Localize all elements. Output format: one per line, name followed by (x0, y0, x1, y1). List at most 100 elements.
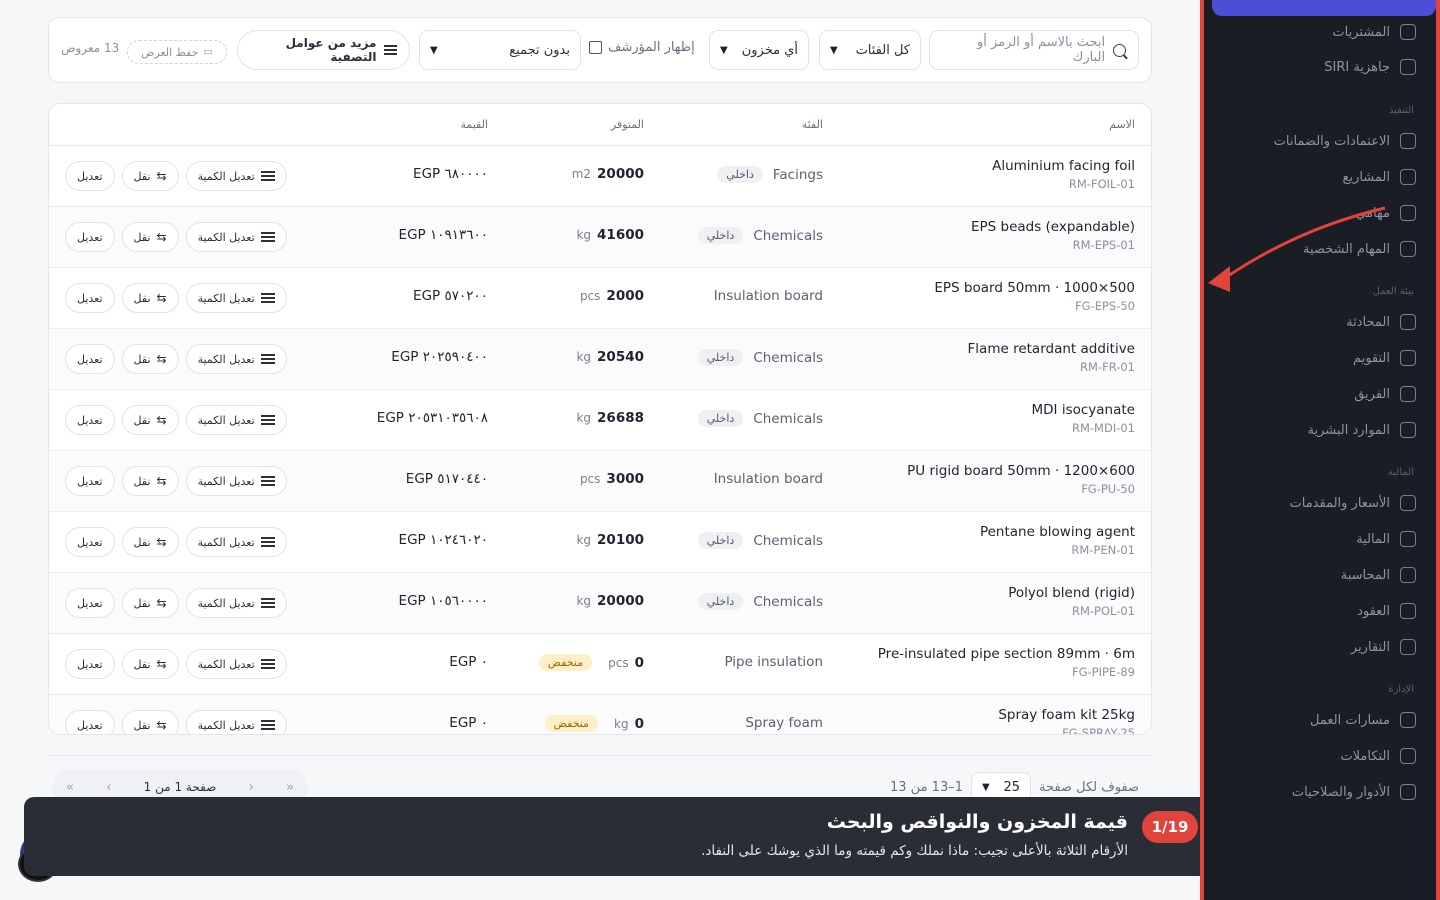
adjust-qty-button[interactable]: تعديل الكمية (185, 405, 287, 435)
table-row[interactable]: Polyol blend (rigid) RM-POL-01 Chemicals دا… (49, 573, 1151, 634)
stock-cell: 41600 kg (576, 227, 644, 243)
adjust-qty-button[interactable]: تعديل الكمية (185, 161, 287, 191)
item-name[interactable]: Aluminium facing foil (992, 158, 1135, 174)
more-filters-button[interactable]: مزيد من عوامل التصفية (237, 30, 410, 70)
adjust-qty-button[interactable]: تعديل الكمية (185, 527, 287, 557)
transfer-button[interactable]: ⇆ نقل (121, 649, 179, 679)
sidebar-item[interactable]: جاهزية SIRI (1324, 53, 1416, 81)
item-category: Pipe insulation (724, 654, 823, 670)
sidebar-item[interactable]: العقود (1357, 597, 1416, 625)
transfer-button[interactable]: ⇆ نقل (121, 588, 179, 618)
show-archived-toggle[interactable]: إظهار المؤرشف (589, 40, 695, 55)
category-select[interactable]: كل الفئات ▼ (819, 30, 921, 70)
next-page-icon[interactable]: › (249, 780, 254, 795)
table-row[interactable]: EPS board 50mm · 1000×500 FG-EPS-50 Insula… (49, 268, 1151, 329)
chat-icon (1400, 314, 1416, 330)
save-view-button[interactable]: ▭ حفظ العرض (127, 40, 227, 64)
sidebar-item[interactable]: التقويم (1353, 344, 1416, 372)
edit-button[interactable]: تعديل (65, 466, 115, 496)
edit-button[interactable]: تعديل (65, 710, 115, 734)
item-name[interactable]: Spray foam kit 25kg (998, 707, 1135, 723)
adjust-qty-button[interactable]: تعديل الكمية (185, 466, 287, 496)
transfer-button[interactable]: ⇆ نقل (121, 405, 179, 435)
adjust-qty-button[interactable]: تعديل الكمية (185, 222, 287, 252)
sidebar-item[interactable]: التقارير (1351, 633, 1416, 661)
table-row[interactable]: MDI isocyanate RM-MDI-01 Chemicals داخلي 266… (49, 390, 1151, 451)
transfer-button[interactable]: ⇆ نقل (121, 222, 179, 252)
edit-button[interactable]: تعديل (65, 344, 115, 374)
transfer-label: نقل (133, 352, 151, 366)
sidebar-item[interactable]: مسارات العمل (1310, 706, 1416, 734)
table-row[interactable]: Aluminium facing foil RM-FOIL-01 Facings دا… (49, 146, 1151, 207)
item-qty: 3000 (606, 471, 644, 487)
transfer-button[interactable]: ⇆ نقل (121, 283, 179, 313)
sidebar-item[interactable]: المالية (1356, 525, 1416, 553)
transfer-label: نقل (133, 230, 151, 244)
edit-button[interactable]: تعديل (65, 405, 115, 435)
edit-button[interactable]: تعديل (65, 527, 115, 557)
header-category[interactable]: الفئة (802, 118, 823, 131)
header-available[interactable]: المتوفر (611, 118, 644, 131)
item-name[interactable]: MDI isocyanate (1032, 402, 1135, 418)
warehouse-select[interactable]: أي مخزون ▼ (709, 30, 809, 70)
item-unit: kg (576, 533, 592, 547)
table-row[interactable]: Pre-insulated pipe section 89mm · 6m FG-P… (49, 634, 1151, 695)
edit-button[interactable]: تعديل (65, 588, 115, 618)
edit-button[interactable]: تعديل (65, 283, 115, 313)
sidebar-item[interactable]: التكاملات (1340, 742, 1416, 770)
transfer-button[interactable]: ⇆ نقل (121, 710, 179, 734)
adjust-label: تعديل الكمية (197, 657, 255, 671)
sidebar-active-item[interactable] (1212, 0, 1436, 16)
sidebar-item[interactable]: مهامي (1355, 199, 1416, 227)
prev-page-icon[interactable]: ‹ (106, 780, 111, 795)
show-archived-checkbox[interactable] (589, 41, 602, 54)
edit-button[interactable]: تعديل (65, 161, 115, 191)
item-name[interactable]: EPS beads (expandable) (971, 219, 1135, 235)
edit-label: تعديل (77, 352, 103, 366)
transfer-button[interactable]: ⇆ نقل (121, 161, 179, 191)
swap-icon: ⇆ (156, 413, 167, 427)
grouping-select[interactable]: بدون تجميع ▼ (419, 30, 581, 70)
sidebar-item[interactable]: المشاريع (1343, 163, 1416, 191)
sidebar-item[interactable]: الأسعار والمقدمات (1290, 489, 1416, 517)
sidebar-item[interactable]: الأدوار والصلاحيات (1292, 778, 1416, 806)
adjust-qty-button[interactable]: تعديل الكمية (185, 649, 287, 679)
item-name[interactable]: EPS board 50mm · 1000×500 (934, 280, 1135, 296)
adjust-qty-button[interactable]: تعديل الكمية (185, 283, 287, 313)
item-name[interactable]: PU rigid board 50mm · 1200×600 (907, 463, 1135, 479)
table-row[interactable]: Spray foam kit 25kg FG-SPRAY-25 Spray foam… (49, 695, 1151, 734)
sidebar-item[interactable]: المهام الشخصية (1303, 235, 1416, 263)
adjust-qty-button[interactable]: تعديل الكمية (185, 710, 287, 734)
table-row[interactable]: Flame retardant additive RM-FR-01 Chemical… (49, 329, 1151, 390)
item-name[interactable]: Pentane blowing agent (980, 524, 1135, 540)
adjust-qty-button[interactable]: تعديل الكمية (185, 344, 287, 374)
last-page-icon[interactable]: » (286, 780, 294, 795)
transfer-button[interactable]: ⇆ نقل (121, 466, 179, 496)
item-name[interactable]: Pre-insulated pipe section 89mm · 6m (878, 646, 1135, 662)
transfer-button[interactable]: ⇆ نقل (121, 527, 179, 557)
adjust-qty-button[interactable]: تعديل الكمية (185, 588, 287, 618)
header-name[interactable]: الاسم (1109, 118, 1135, 131)
search-input[interactable]: ابحث بالاسم أو الرمز أو البارك (929, 30, 1139, 70)
internal-badge: داخلي (697, 227, 744, 244)
first-page-icon[interactable]: « (66, 780, 74, 795)
row-actions: تعديل ⇆ نقل تعديل الكمية (65, 161, 287, 191)
table-row[interactable]: PU rigid board 50mm · 1200×600 FG-PU-50 In… (49, 451, 1151, 512)
transfer-button[interactable]: ⇆ نقل (121, 344, 179, 374)
sidebar-item[interactable]: المحاسبة (1341, 561, 1416, 589)
item-name[interactable]: Flame retardant additive (968, 341, 1135, 357)
row-actions: تعديل ⇆ نقل تعديل الكمية (65, 710, 287, 734)
table-row[interactable]: EPS beads (expandable) RM-EPS-01 Chemicals… (49, 207, 1151, 268)
sidebar-item[interactable]: المشتريات (1332, 18, 1416, 46)
sidebar-item[interactable]: الاعتمادات والضمانات (1274, 127, 1416, 155)
tag-icon (1400, 495, 1416, 511)
item-name[interactable]: Polyol blend (rigid) (1008, 585, 1135, 601)
header-value[interactable]: القيمة (460, 118, 488, 131)
sidebar-item[interactable]: المحادثة (1346, 308, 1416, 336)
table-row[interactable]: Pentane blowing agent RM-PEN-01 Chemicals د… (49, 512, 1151, 573)
item-category: Spray foam (745, 715, 823, 731)
sidebar-item[interactable]: الفريق (1354, 380, 1416, 408)
edit-button[interactable]: تعديل (65, 222, 115, 252)
edit-button[interactable]: تعديل (65, 649, 115, 679)
sidebar-item[interactable]: الموارد البشرية (1308, 416, 1416, 444)
